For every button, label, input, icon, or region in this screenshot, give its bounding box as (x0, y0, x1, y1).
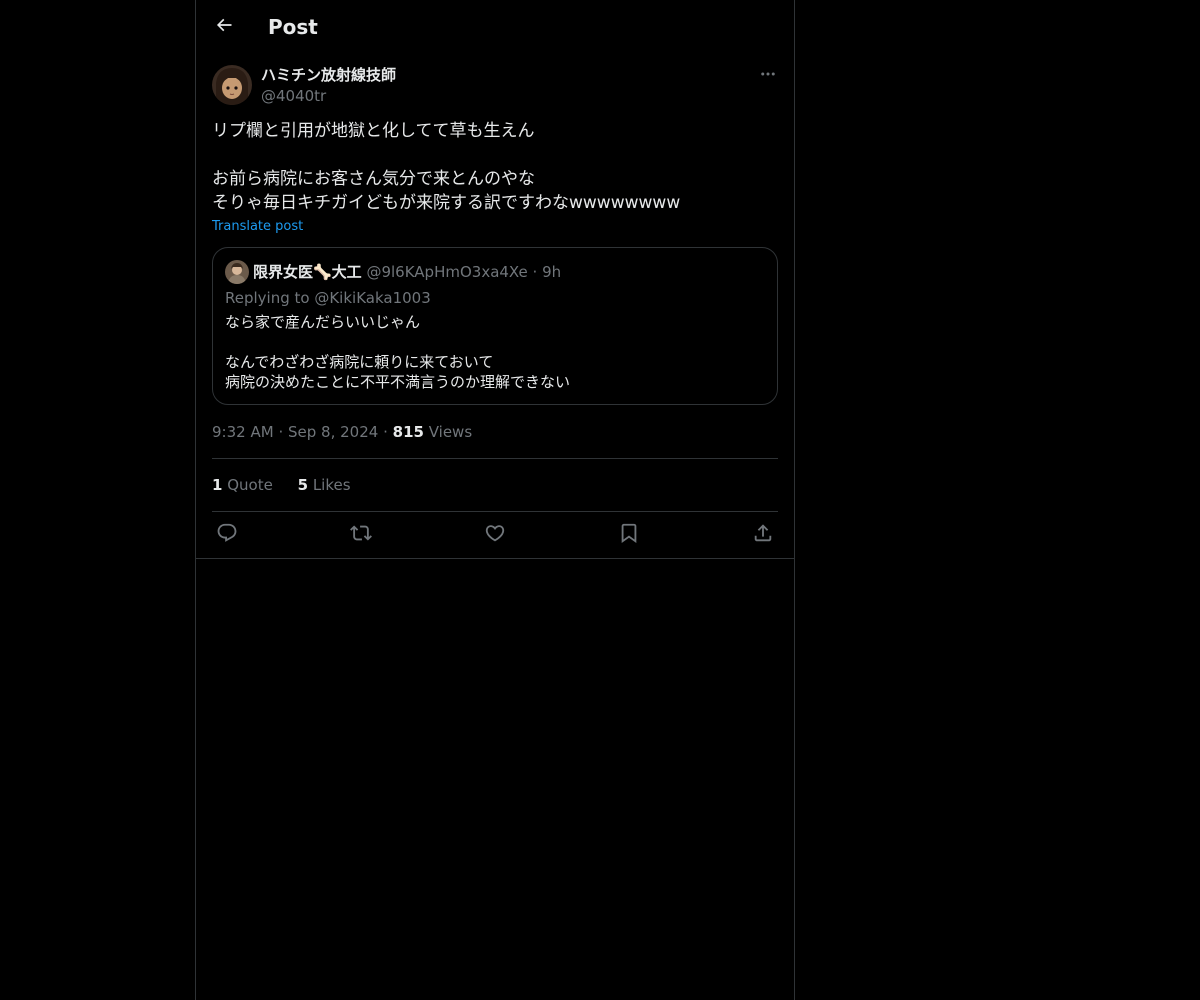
back-button[interactable] (208, 11, 240, 43)
post-text: リプ欄と引用が地獄と化してて草も生えん お前ら病院にお客さん気分で来とんのやな … (212, 119, 778, 215)
bookmark-button[interactable] (616, 522, 642, 548)
post-text-line (212, 143, 778, 167)
engagement-stats: 1 Quote 5 Likes (212, 475, 371, 495)
divider (212, 458, 778, 459)
post-time[interactable]: 9:32 AM (212, 423, 274, 441)
quoted-author-handle: @9l6KApHmO3xa4Xe (366, 263, 528, 281)
quoted-author-avatar (225, 260, 249, 284)
author-name[interactable]: ハミチン放射線技師 (261, 65, 396, 85)
quoted-replying-to: Replying to @KikiKaka1003 (225, 289, 431, 307)
quoted-text-line: なんでわざわざ病院に頼りに来ておいて (225, 353, 494, 371)
likes-stat[interactable]: 5 Likes (298, 476, 351, 494)
quotes-stat[interactable]: 1 Quote (212, 476, 273, 494)
likes-count: 5 (297, 476, 309, 494)
quoted-text-line: なら家で産んだらいいじゃん (225, 313, 421, 331)
post-text-line: リプ欄と引用が地獄と化してて草も生えん (212, 121, 535, 141)
quote-label: Quote (227, 476, 273, 494)
author-avatar[interactable] (212, 65, 252, 105)
quoted-text-line (225, 332, 765, 352)
views-count: 815 (392, 423, 424, 441)
share-button[interactable] (750, 522, 776, 548)
divider (196, 558, 794, 559)
reply-button[interactable] (214, 522, 240, 548)
post-date[interactable]: Sep 8, 2024 (288, 423, 378, 441)
more-button[interactable] (758, 66, 778, 86)
author-handle[interactable]: @4040tr (261, 86, 326, 106)
quoted-post-text: なら家で産んだらいいじゃん なんでわざわざ病院に頼りに来ておいて 病院の決めたこ… (225, 312, 765, 392)
quoted-post-meta: 限界女医🦴大工 @9l6KApHmO3xa4Xe · 9h (253, 262, 561, 282)
share-icon (752, 522, 774, 548)
like-button[interactable] (482, 522, 508, 548)
separator-dot: · (278, 423, 284, 441)
header: Post (196, 0, 794, 54)
translate-post-link[interactable]: Translate post (212, 218, 303, 236)
bookmark-icon (618, 522, 640, 548)
post-meta: 9:32 AM · Sep 8, 2024 · 815 Views (212, 422, 472, 442)
quote-count: 1 (212, 476, 223, 494)
more-horizontal-icon (759, 65, 777, 87)
post-text-line: そりゃ毎日キチガイどもが来院する訳ですわなwwwwwwww (212, 193, 681, 213)
separator-dot: · (383, 423, 388, 441)
repost-icon (350, 522, 372, 548)
likes-label: Likes (312, 476, 351, 494)
quoted-text-line: 病院の決めたことに不平不満言うのか理解できない (225, 373, 571, 391)
like-icon (484, 522, 506, 548)
divider (212, 511, 778, 512)
post-text-line: お前ら病院にお客さん気分で来とんのやな (212, 169, 535, 189)
quoted-author-name: 限界女医🦴大工 (253, 263, 362, 281)
quoted-post-time: 9h (542, 263, 562, 281)
quoted-post[interactable]: 限界女医🦴大工 @9l6KApHmO3xa4Xe · 9h Replying t… (212, 247, 778, 405)
post-detail-column: Post ハミチン放射線技師 @4040tr リプ欄と引用が地獄と化してて草も生… (195, 0, 795, 1000)
arrow-left-icon (214, 15, 234, 39)
views-label: Views (428, 423, 473, 441)
repost-button[interactable] (348, 522, 374, 548)
separator-dot: · (532, 263, 538, 281)
reply-icon (216, 522, 238, 548)
page-title: Post (268, 15, 318, 39)
